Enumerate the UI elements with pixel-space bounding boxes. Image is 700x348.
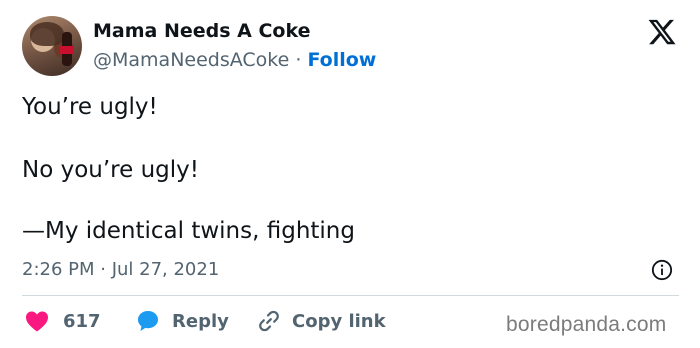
avatar-hair (30, 22, 64, 46)
tweet-timestamp[interactable]: 2:26 PM · Jul 27, 2021 (22, 259, 219, 280)
divider (22, 295, 679, 296)
author-display-name[interactable]: Mama Needs A Coke (93, 20, 311, 42)
avatar[interactable] (22, 16, 82, 76)
tweet-card: Mama Needs A Coke @MamaNeedsACoke · Foll… (0, 0, 700, 348)
reply-label: Reply (172, 310, 229, 332)
copy-link-label: Copy link (292, 310, 386, 332)
copy-link-button[interactable]: Copy link (257, 309, 386, 333)
like-count: 617 (63, 310, 101, 332)
author-handle[interactable]: @MamaNeedsACoke (93, 49, 289, 71)
watermark: boredpanda.com (506, 313, 667, 336)
heart-icon (26, 311, 48, 332)
link-icon (259, 310, 279, 332)
speech-bubble-icon (138, 311, 158, 331)
tweet-text-line-2: No you’re ugly! (22, 157, 199, 183)
like-button[interactable]: 617 (25, 309, 101, 333)
tweet-text-line-1: You’re ugly! (22, 94, 158, 120)
tweet-text-line-3: —My identical twins, fighting (22, 218, 355, 244)
avatar-bottle-label (60, 46, 74, 54)
reply-button[interactable]: Reply (136, 309, 229, 333)
x-logo-icon[interactable] (647, 17, 677, 47)
follow-button[interactable]: Follow (307, 49, 376, 71)
info-icon[interactable] (651, 259, 673, 281)
author-handle-line: @MamaNeedsACoke · Follow (93, 49, 376, 71)
handle-separator: · (289, 49, 308, 71)
